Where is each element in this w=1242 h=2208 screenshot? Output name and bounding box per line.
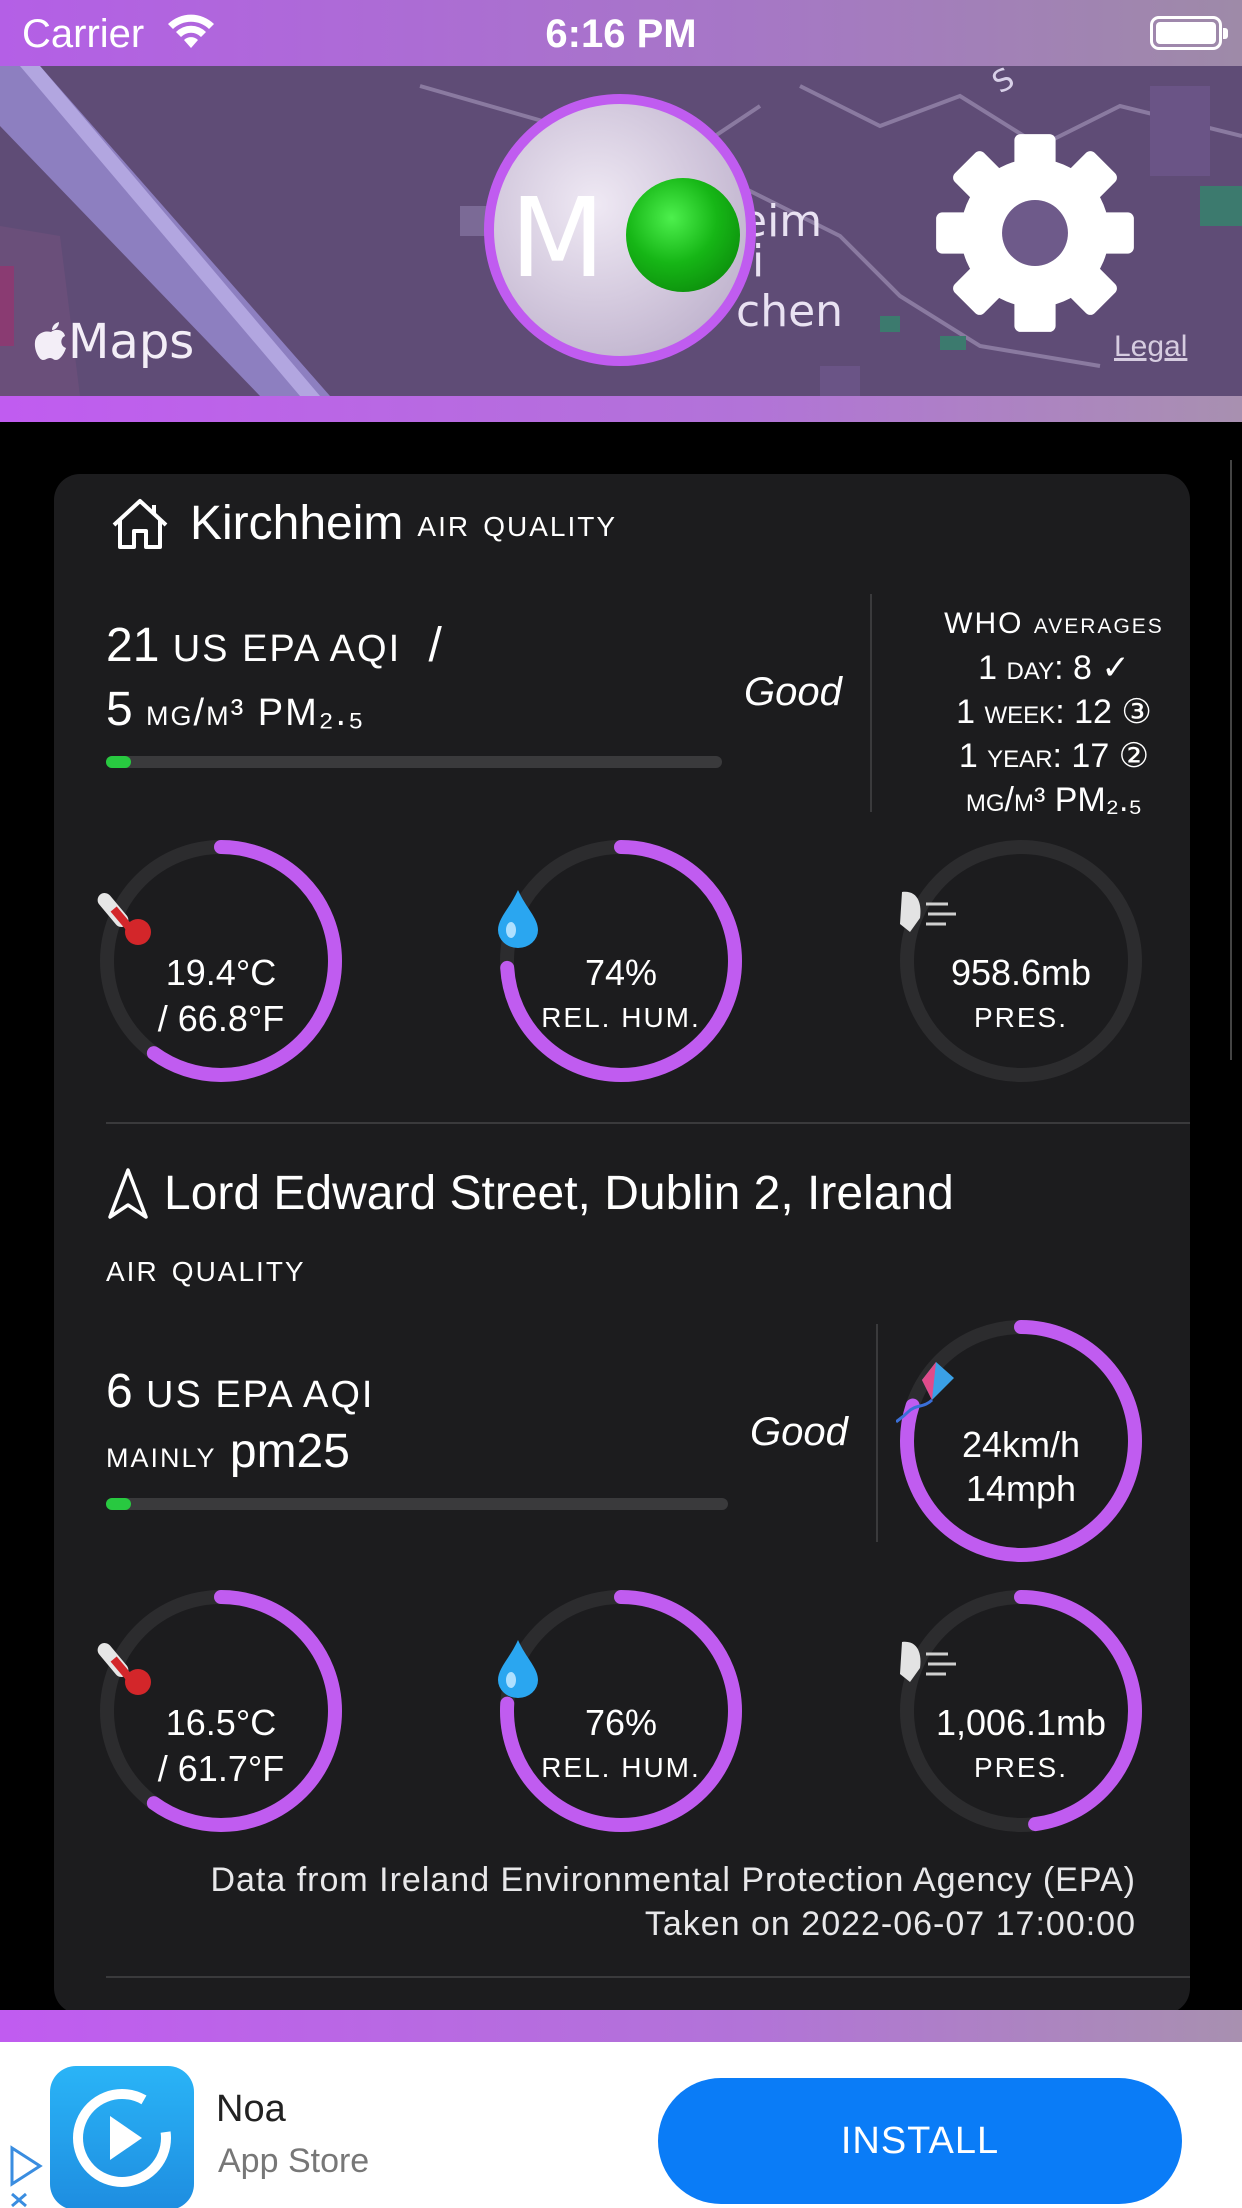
home-place-name: Kirchheim xyxy=(190,497,404,550)
location-arrow-icon xyxy=(108,1167,148,1219)
divider xyxy=(876,1324,878,1542)
nearby-humidity-gauge: 76% REL. HUM. xyxy=(496,1586,746,1836)
nearby-temperature-gauge: 16.5°C / 61.7°F xyxy=(96,1586,346,1836)
battery-icon xyxy=(1150,16,1228,50)
home-aqi-bar-fill xyxy=(106,756,131,768)
nearby-title: Lord Edward Street, Dublin 2, Ireland xyxy=(106,1166,954,1221)
nearby-humidity-label: REL. HUM. xyxy=(541,1752,701,1783)
section-divider xyxy=(106,1122,1190,1124)
nearby-aqi-line: 6 US EPA AQI xyxy=(106,1364,374,1419)
nearby-pressure-value: 1,006.1mb xyxy=(935,1702,1107,1743)
nearby-aqi-bar xyxy=(106,1498,728,1510)
who-heading: WHO averages xyxy=(944,607,1164,640)
status-bar: Carrier 6:16 PM xyxy=(0,0,1242,66)
nearby-aqi-unit: US EPA AQI xyxy=(146,1374,375,1416)
apple-logo-icon xyxy=(34,322,66,360)
nearby-mainly-line: mainly pm25 xyxy=(106,1424,350,1479)
home-temp-fahrenheit: / 66.8°F xyxy=(157,998,285,1039)
apple-maps-logo: Maps xyxy=(34,314,194,370)
ad-store-label: App Store xyxy=(218,2142,370,2180)
home-pm-line: 5 µg/m³ PM₂.₅ xyxy=(106,682,365,737)
ad-app-icon[interactable] xyxy=(50,2066,194,2208)
home-humidity-value: 74% xyxy=(584,952,658,993)
home-aqi-value: 21 xyxy=(106,619,160,672)
home-aqi-separator: / xyxy=(428,619,442,672)
nearby-mainly-value: pm25 xyxy=(229,1425,350,1478)
who-day: 1 day: 8 ✓ xyxy=(978,649,1130,687)
nearby-pressure-label: PRES. xyxy=(973,1752,1069,1783)
nearby-mainly-label: mainly xyxy=(106,1434,217,1476)
scroll-indicator[interactable] xyxy=(1230,460,1234,1060)
home-aqi-rating: Good xyxy=(744,670,842,714)
air-quality-card: Kirchheim air quality 21 US EPA AQI / 5 … xyxy=(54,474,1190,2014)
header-accent-strip xyxy=(0,396,1242,422)
home-pm-value: 5 xyxy=(106,683,133,736)
home-aqi-bar xyxy=(106,756,722,768)
home-pressure-gauge: 958.6mb PRES. xyxy=(896,836,1146,1086)
nearby-wind-kmh: 24km/h xyxy=(961,1424,1081,1465)
nearby-temp-celsius: 16.5°C xyxy=(165,1702,277,1743)
ad-app-name: Noa xyxy=(216,2088,286,2130)
ad-banner[interactable]: Noa App Store INSTALL xyxy=(0,2042,1242,2208)
adchoices-icon[interactable] xyxy=(6,2144,46,2208)
who-week: 1 week: 12 ③ xyxy=(956,693,1152,731)
nearby-pressure-gauge: 1,006.1mb PRES. xyxy=(896,1586,1146,1836)
who-unit: µg/m³ PM₂.₅ xyxy=(965,781,1143,819)
who-averages: WHO averages 1 day: 8 ✓ 1 week: 12 ③ 1 y… xyxy=(874,602,1234,822)
play-icon xyxy=(73,2089,171,2187)
nearby-title-suffix: air quality xyxy=(106,1246,306,1290)
home-temperature-gauge: 19.4°C / 66.8°F xyxy=(96,836,346,1086)
home-pressure-value: 958.6mb xyxy=(950,952,1092,993)
maps-logo-text: Maps xyxy=(68,314,195,370)
home-pressure-label: PRES. xyxy=(973,1002,1069,1033)
section-divider xyxy=(106,1976,1190,1978)
home-title-suffix: air quality xyxy=(417,501,618,545)
data-timestamp-text: Taken on 2022-06-07 17:00:00 xyxy=(644,1905,1136,1943)
nearby-wind-gauge: 24km/h 14mph xyxy=(896,1316,1146,1566)
home-aqi-unit: US EPA AQI xyxy=(172,628,402,670)
home-pm-unit: µg/m³ PM₂.₅ xyxy=(146,692,366,734)
avatar-letter: M xyxy=(510,174,605,302)
nearby-wind-mph: 14mph xyxy=(965,1468,1077,1509)
home-aqi-line: 21 US EPA AQI / xyxy=(106,618,442,673)
home-temp-celsius: 19.4°C xyxy=(165,952,277,993)
settings-gear-icon[interactable] xyxy=(932,130,1138,336)
profile-avatar[interactable]: M xyxy=(484,94,756,366)
who-year: 1 year: 17 ② xyxy=(958,737,1150,775)
footer-accent-strip xyxy=(0,2010,1242,2042)
nearby-aqi-bar-fill xyxy=(106,1498,131,1510)
nearby-place-name: Lord Edward Street, Dublin 2, Ireland xyxy=(164,1167,954,1220)
install-button[interactable]: INSTALL xyxy=(658,2078,1182,2204)
home-title: Kirchheim air quality xyxy=(110,496,617,551)
map-label: chen xyxy=(736,286,843,337)
status-indicator-dot xyxy=(626,178,740,292)
nearby-aqi-value: 6 xyxy=(106,1365,133,1418)
home-humidity-gauge: 74% REL. HUM. xyxy=(496,836,746,1086)
divider xyxy=(870,594,872,812)
nearby-aqi-rating: Good xyxy=(750,1410,848,1454)
status-time: 6:16 PM xyxy=(545,12,697,56)
nearby-temp-fahrenheit: / 61.7°F xyxy=(157,1748,285,1789)
home-icon xyxy=(112,498,168,549)
nearby-humidity-value: 76% xyxy=(584,1702,658,1743)
data-source-text: Data from Ireland Environmental Protecti… xyxy=(210,1861,1136,1899)
home-humidity-label: REL. HUM. xyxy=(541,1002,701,1033)
